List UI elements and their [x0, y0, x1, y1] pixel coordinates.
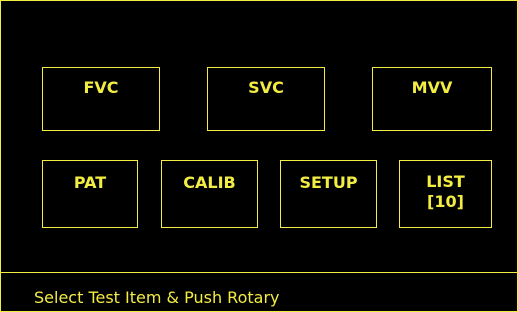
mvv-test-label: MVV [411, 78, 453, 97]
svc-test-button[interactable]: SVC [207, 67, 325, 131]
list-label: LIST [10] [426, 172, 465, 211]
calib-button[interactable]: CALIB [161, 160, 258, 228]
setup-label: SETUP [299, 173, 358, 192]
mvv-test-button[interactable]: MVV [372, 67, 492, 131]
pat-label: PAT [73, 173, 107, 192]
calib-label: CALIB [183, 173, 236, 192]
screen-border [0, 0, 518, 312]
fvc-test-button[interactable]: FVC [42, 67, 160, 131]
svc-test-label: SVC [248, 78, 284, 97]
status-bar-divider [0, 272, 518, 273]
status-message: Select Test Item & Push Rotary [34, 288, 280, 307]
pat-button[interactable]: PAT [42, 160, 138, 228]
fvc-test-label: FVC [83, 78, 119, 97]
list-button[interactable]: LIST [10] [399, 160, 492, 228]
setup-button[interactable]: SETUP [280, 160, 377, 228]
spirometer-main-menu-screen: FVC SVC MVV PAT CALIB SETUP LIST [10] Se… [0, 0, 518, 312]
